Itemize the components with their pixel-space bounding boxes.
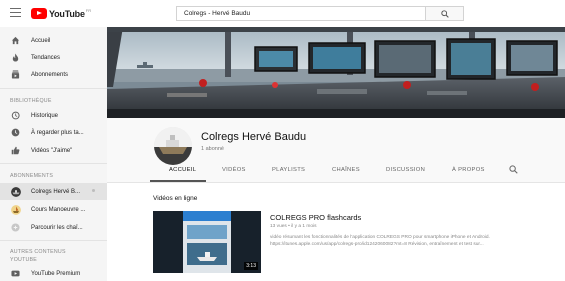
search-icon	[441, 10, 449, 18]
search-input[interactable]	[177, 7, 427, 20]
sidebar-item-accueil[interactable]: Accueil	[0, 32, 107, 49]
sidebar-divider	[0, 240, 107, 241]
library-section-title: BIBLIOTHÈQUE	[10, 98, 52, 104]
tab-accueil[interactable]: ACCUEIL	[169, 167, 196, 173]
home-icon	[11, 36, 20, 45]
channel-search-icon[interactable]	[509, 165, 518, 174]
sidebar-item-tendances[interactable]: Tendances	[0, 49, 107, 66]
sidebar-item-sub-cours-manoeuvre[interactable]: Cours Manoeuvre ...	[0, 201, 107, 218]
sidebar-item-sub-colregs[interactable]: Colregs Hervé B...	[0, 183, 107, 200]
hamburger-menu-icon[interactable]	[10, 8, 21, 17]
tab-chaines[interactable]: CHAÎNES	[332, 167, 360, 173]
active-tab-indicator	[150, 180, 206, 182]
sidebar-item-watch-later[interactable]: À regarder plus ta...	[0, 124, 107, 141]
channel-avatar	[11, 204, 21, 215]
sidebar-item-label: Vidéos "J'aime"	[31, 147, 73, 154]
thumbs-up-icon	[11, 146, 20, 155]
sidebar-item-label: YouTube Premium	[31, 270, 81, 277]
sidebar-divider	[0, 163, 107, 164]
tab-playlists[interactable]: PLAYLISTS	[272, 167, 305, 173]
sidebar-item-browse-channels[interactable]: Parcourir les chaî...	[0, 219, 107, 236]
clock-icon	[11, 128, 20, 137]
video-description-line: vidéo résumant les fonctionnalités de l'…	[270, 235, 490, 240]
search-box	[176, 6, 464, 21]
ship-avatar-icon	[154, 127, 192, 165]
sidebar-item-label: À regarder plus ta...	[31, 129, 84, 136]
video-title[interactable]: COLREGS PRO flashcards	[270, 213, 361, 222]
video-description-line: https://itunes.apple.com/us/app/colregs-…	[270, 242, 484, 247]
sidebar-item-label: Cours Manoeuvre ...	[31, 206, 86, 213]
sidebar-item-historique[interactable]: Historique	[0, 107, 107, 124]
youtube-logo[interactable]: YouTube FR	[31, 7, 91, 20]
video-duration: 3:13	[244, 262, 258, 270]
channel-name: Colregs Hervé Baudu	[201, 131, 307, 143]
channel-header: Colregs Hervé Baudu 1 abonné ACCUEIL VID…	[107, 118, 565, 183]
video-thumbnail[interactable]: 3:13	[153, 211, 261, 273]
more-section-title-line2: YOUTUBE	[10, 257, 38, 263]
subscriber-count: 1 abonné	[201, 146, 224, 152]
sidebar-item-label: Parcourir les chaî...	[31, 224, 83, 231]
tab-a-propos[interactable]: À PROPOS	[452, 167, 485, 173]
channel-avatar-large[interactable]	[154, 127, 192, 165]
ship-bridge-banner-image	[107, 27, 565, 118]
top-header: YouTube FR	[0, 0, 565, 27]
logo-text: YouTube	[49, 8, 85, 19]
flame-icon	[12, 53, 19, 62]
sidebar: Accueil Tendances Abonnements BIBLIOTHÈQ…	[0, 27, 107, 281]
tab-videos[interactable]: VIDÉOS	[222, 167, 246, 173]
plus-circle-icon	[11, 223, 20, 232]
section-title[interactable]: Vidéos en ligne	[153, 195, 197, 202]
channel-banner	[107, 27, 565, 118]
tab-discussion[interactable]: DISCUSSION	[386, 167, 425, 173]
video-meta: 13 vues • il y a 1 mois	[270, 224, 317, 229]
sidebar-item-label: Accueil	[31, 37, 51, 44]
subscriptions-section-title: ABONNEMENTS	[10, 173, 54, 179]
logo-country: FR	[85, 8, 92, 13]
channel-content: Vidéos en ligne 3:13 COLREGS PRO flashca…	[107, 183, 565, 281]
sidebar-item-label: Abonnements	[31, 71, 69, 78]
sidebar-item-label: Tendances	[31, 54, 61, 61]
subscriptions-icon	[11, 70, 20, 79]
sidebar-item-label: Colregs Hervé B...	[31, 188, 81, 195]
sidebar-item-youtube-premium[interactable]: YouTube Premium	[0, 265, 107, 281]
sidebar-item-liked-videos[interactable]: Vidéos "J'aime"	[0, 142, 107, 159]
channel-avatar	[11, 186, 21, 197]
video-description: vidéo résumant les fonctionnalités de l'…	[270, 234, 560, 248]
history-icon	[11, 111, 20, 120]
more-section-title: AUTRES CONTENUS	[10, 249, 66, 255]
youtube-premium-icon	[11, 270, 20, 277]
sidebar-item-abonnements[interactable]: Abonnements	[0, 66, 107, 83]
sidebar-item-label: Historique	[31, 112, 59, 119]
sidebar-divider	[0, 88, 107, 89]
play-logo-icon	[31, 8, 47, 19]
search-button[interactable]	[425, 7, 463, 20]
live-indicator-icon	[92, 189, 95, 192]
